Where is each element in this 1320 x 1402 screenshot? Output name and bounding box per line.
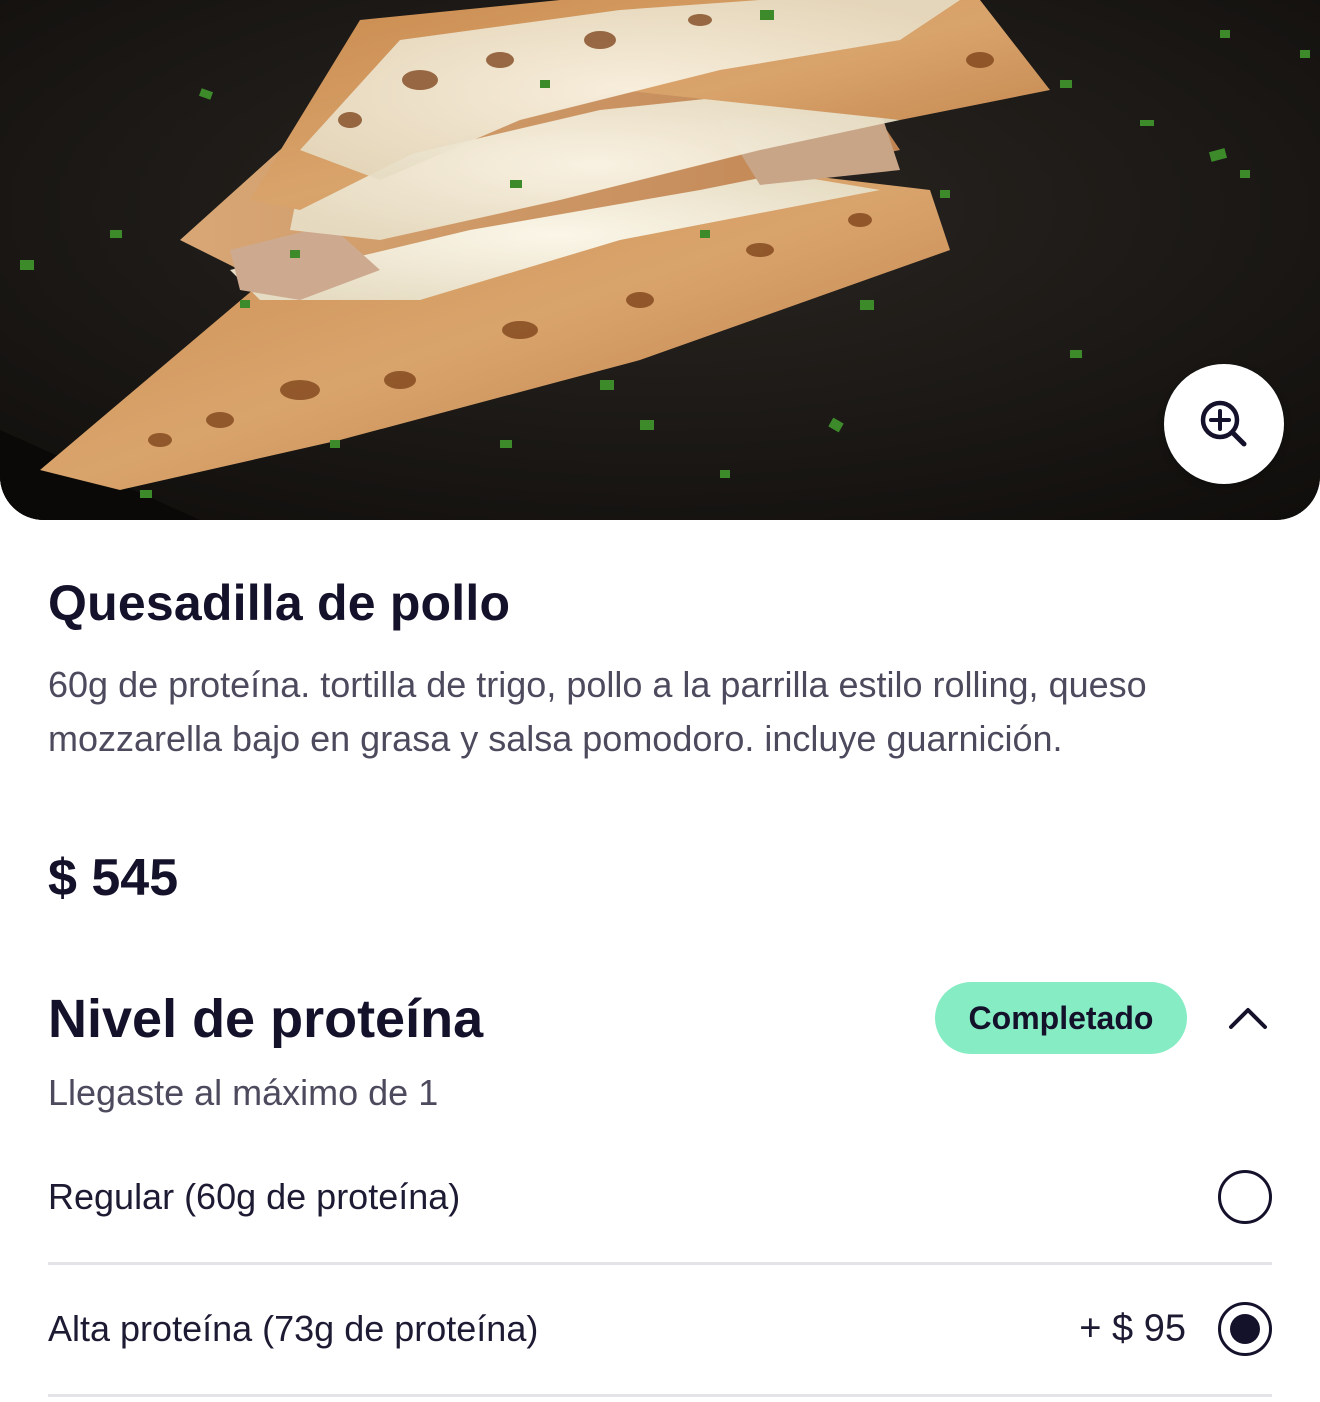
product-image[interactable] xyxy=(0,0,1320,520)
zoom-button[interactable] xyxy=(1164,364,1284,484)
status-badge: Completado xyxy=(935,982,1187,1054)
collapse-toggle[interactable] xyxy=(1218,990,1278,1046)
option-regular[interactable]: Regular (60g de proteína) xyxy=(48,1132,1272,1262)
product-title: Quesadilla de pollo xyxy=(48,575,511,631)
option-high-protein[interactable]: Alta proteína (73g de proteína) + $ 95 xyxy=(48,1264,1272,1394)
radio-button-selected[interactable] xyxy=(1218,1302,1272,1356)
quesadilla-photo xyxy=(0,0,1320,520)
option-label: Alta proteína (73g de proteína) xyxy=(48,1308,539,1349)
radio-button[interactable] xyxy=(1218,1170,1272,1224)
product-price: $ 545 xyxy=(48,849,179,907)
option-label: Regular (60g de proteína) xyxy=(48,1176,461,1217)
option-extra-price: + $ 95 xyxy=(1079,1307,1186,1350)
section-title: Nivel de proteína xyxy=(48,989,484,1049)
section-subtitle: Llegaste al máximo de 1 xyxy=(48,1072,439,1113)
radio-dot xyxy=(1230,1314,1260,1344)
divider xyxy=(48,1394,1272,1397)
product-description: 60g de proteína. tortilla de trigo, poll… xyxy=(48,664,1147,759)
zoom-in-icon xyxy=(1200,400,1247,447)
chevron-up-icon xyxy=(1229,1008,1267,1029)
